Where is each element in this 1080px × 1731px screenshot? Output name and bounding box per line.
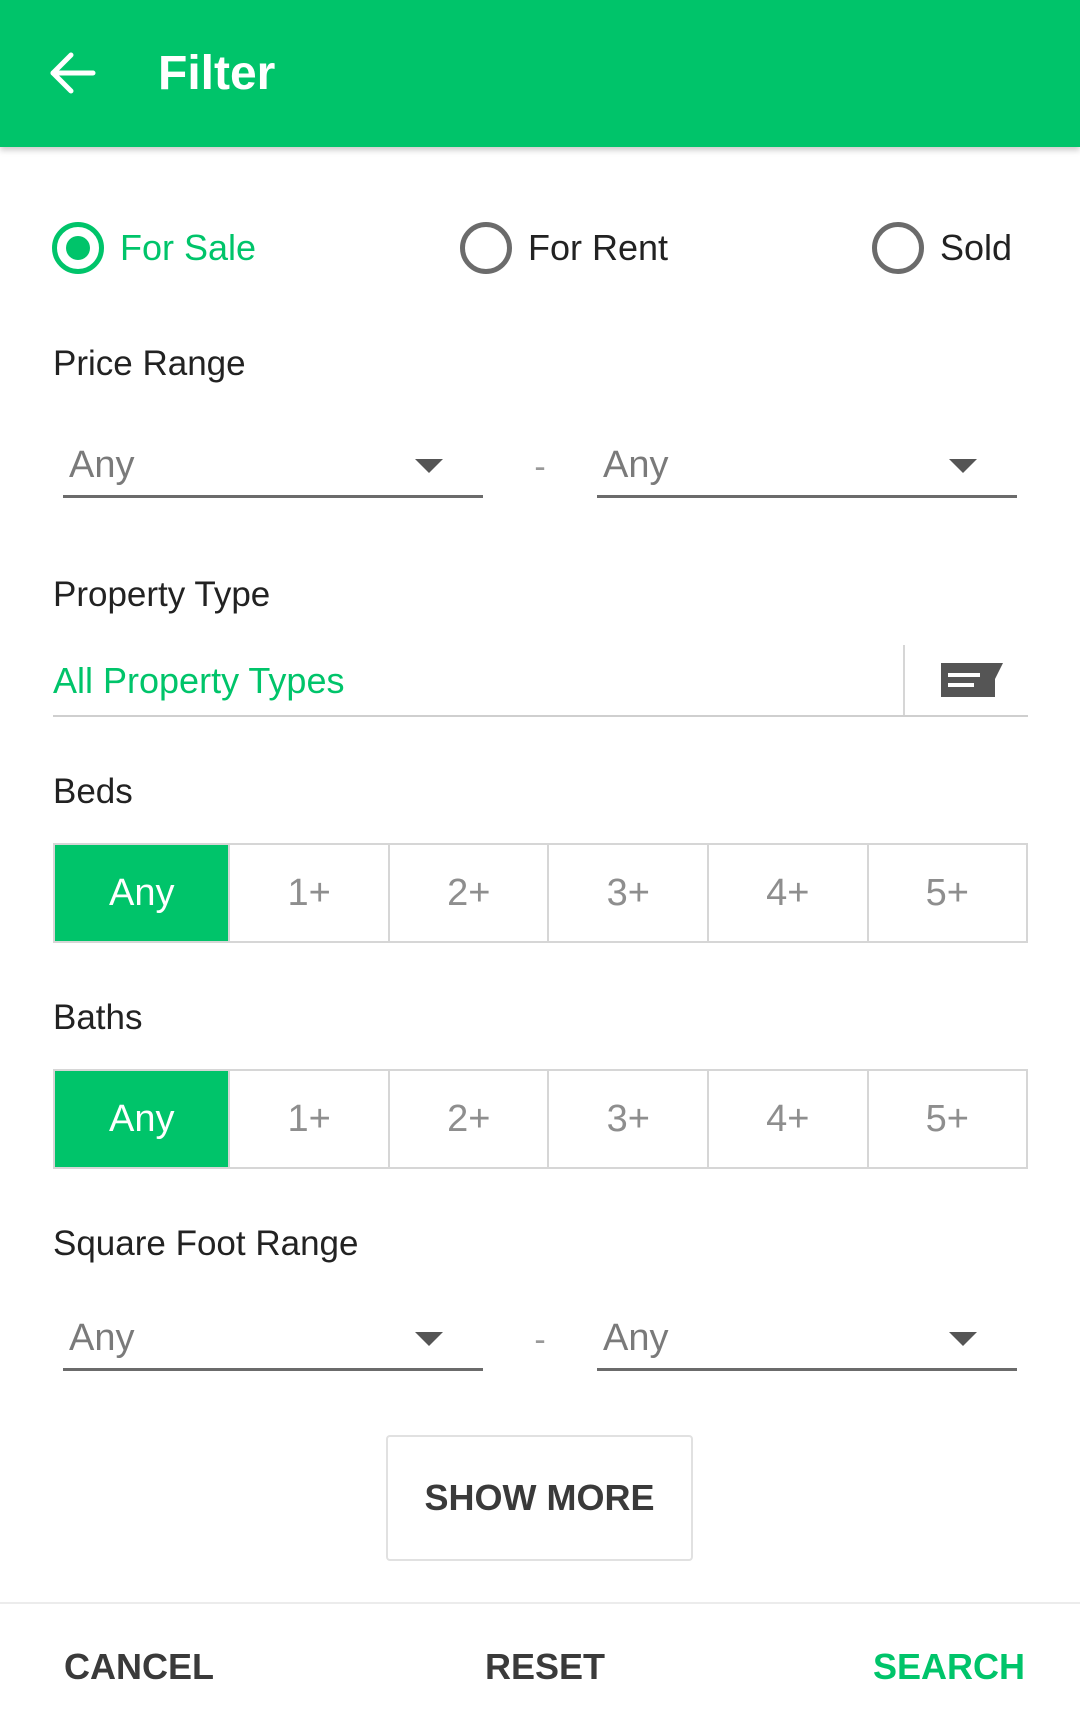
radio-for-rent[interactable]: For Rent xyxy=(460,220,668,276)
beds-selector: Any 1+ 2+ 3+ 4+ 5+ xyxy=(53,843,1028,943)
sqft-max-value: Any xyxy=(603,1317,669,1359)
range-separator: - xyxy=(534,448,546,486)
show-more-button[interactable]: SHOW MORE xyxy=(386,1435,693,1561)
beds-option-any[interactable]: Any xyxy=(55,845,229,941)
baths-option-4[interactable]: 4+ xyxy=(707,1071,867,1167)
page-title: Filter xyxy=(158,47,276,100)
radio-checked-icon xyxy=(52,222,104,274)
beds-label: Beds xyxy=(53,772,133,811)
radio-unchecked-icon xyxy=(872,222,924,274)
arrow-back-icon xyxy=(50,52,96,94)
sqft-max-select[interactable]: Any xyxy=(597,1309,1017,1371)
radio-label: For Rent xyxy=(528,227,669,268)
dropdown-caret-icon xyxy=(949,1332,977,1346)
beds-option-4[interactable]: 4+ xyxy=(707,845,867,941)
app-bar: Filter xyxy=(0,0,1080,147)
baths-option-2[interactable]: 2+ xyxy=(387,1071,548,1167)
square-foot-range-label: Square Foot Range xyxy=(53,1224,359,1263)
reset-button[interactable]: RESET xyxy=(485,1645,605,1689)
price-max-value: Any xyxy=(603,444,669,486)
radio-sold[interactable]: Sold xyxy=(872,220,1012,276)
sqft-min-select[interactable]: Any xyxy=(63,1309,483,1371)
radio-unchecked-icon xyxy=(460,222,512,274)
price-max-select[interactable]: Any xyxy=(597,436,1017,498)
property-type-value: All Property Types xyxy=(53,660,345,701)
price-min-value: Any xyxy=(69,444,135,486)
beds-option-1[interactable]: 1+ xyxy=(228,845,388,941)
baths-option-1[interactable]: 1+ xyxy=(228,1071,388,1167)
back-button[interactable] xyxy=(45,45,101,101)
field-divider xyxy=(903,645,905,715)
baths-option-3[interactable]: 3+ xyxy=(547,1071,707,1167)
search-button[interactable]: SEARCH xyxy=(873,1645,1025,1689)
footer-divider xyxy=(0,1602,1080,1604)
dropdown-caret-icon xyxy=(415,459,443,473)
radio-label: For Sale xyxy=(120,227,257,268)
dropdown-caret-icon xyxy=(949,459,977,473)
cancel-button[interactable]: CANCEL xyxy=(64,1645,214,1689)
beds-option-3[interactable]: 3+ xyxy=(547,845,707,941)
price-min-select[interactable]: Any xyxy=(63,436,483,498)
property-type-field[interactable]: All Property Types xyxy=(53,645,1028,717)
radio-for-sale[interactable]: For Sale xyxy=(52,220,256,276)
baths-selector: Any 1+ 2+ 3+ 4+ 5+ xyxy=(53,1069,1028,1169)
range-separator: - xyxy=(534,1321,546,1359)
dropdown-caret-icon xyxy=(415,1332,443,1346)
radio-label: Sold xyxy=(940,227,1013,268)
sqft-min-value: Any xyxy=(69,1317,135,1359)
price-range-label: Price Range xyxy=(53,344,246,383)
baths-label: Baths xyxy=(53,998,143,1037)
baths-option-5[interactable]: 5+ xyxy=(866,1071,1027,1167)
beds-option-5[interactable]: 5+ xyxy=(866,845,1027,941)
beds-option-2[interactable]: 2+ xyxy=(387,845,548,941)
baths-option-any[interactable]: Any xyxy=(55,1071,229,1167)
property-type-label: Property Type xyxy=(53,575,271,614)
list-picker-icon[interactable] xyxy=(937,659,1007,701)
